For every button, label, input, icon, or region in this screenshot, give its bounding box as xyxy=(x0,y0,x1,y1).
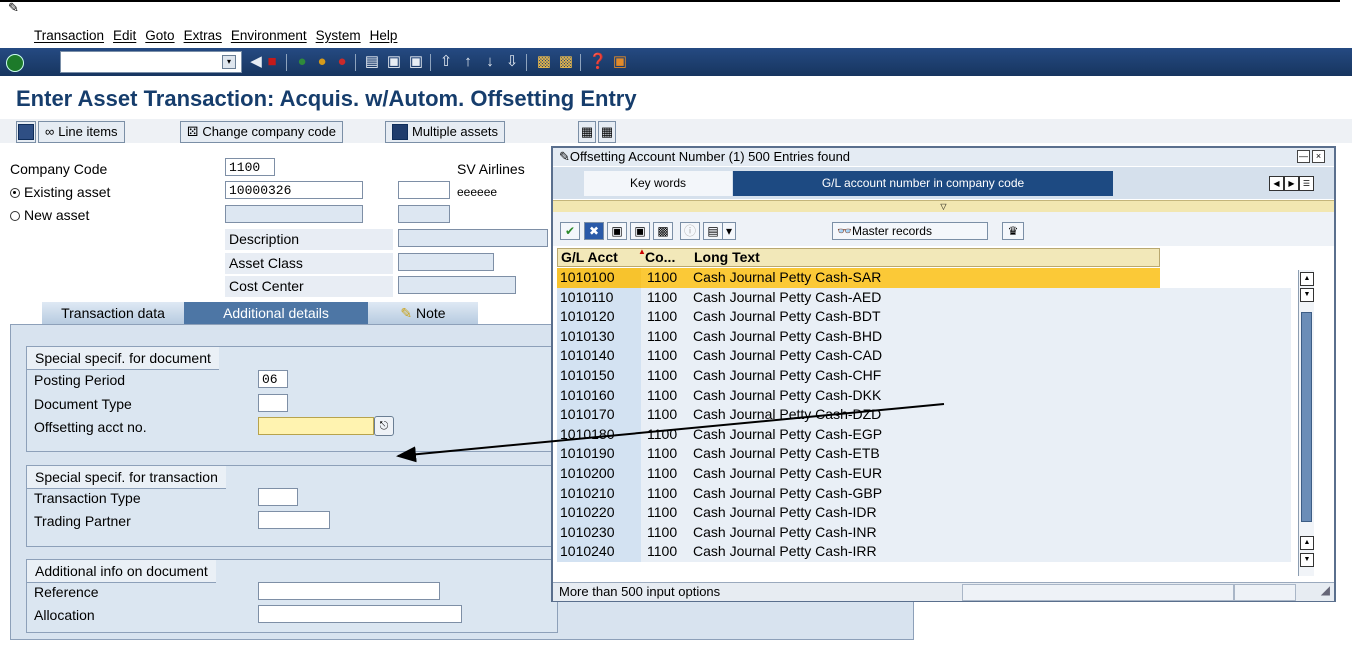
arrow-line xyxy=(396,403,945,463)
annotation-arrow xyxy=(396,403,945,463)
